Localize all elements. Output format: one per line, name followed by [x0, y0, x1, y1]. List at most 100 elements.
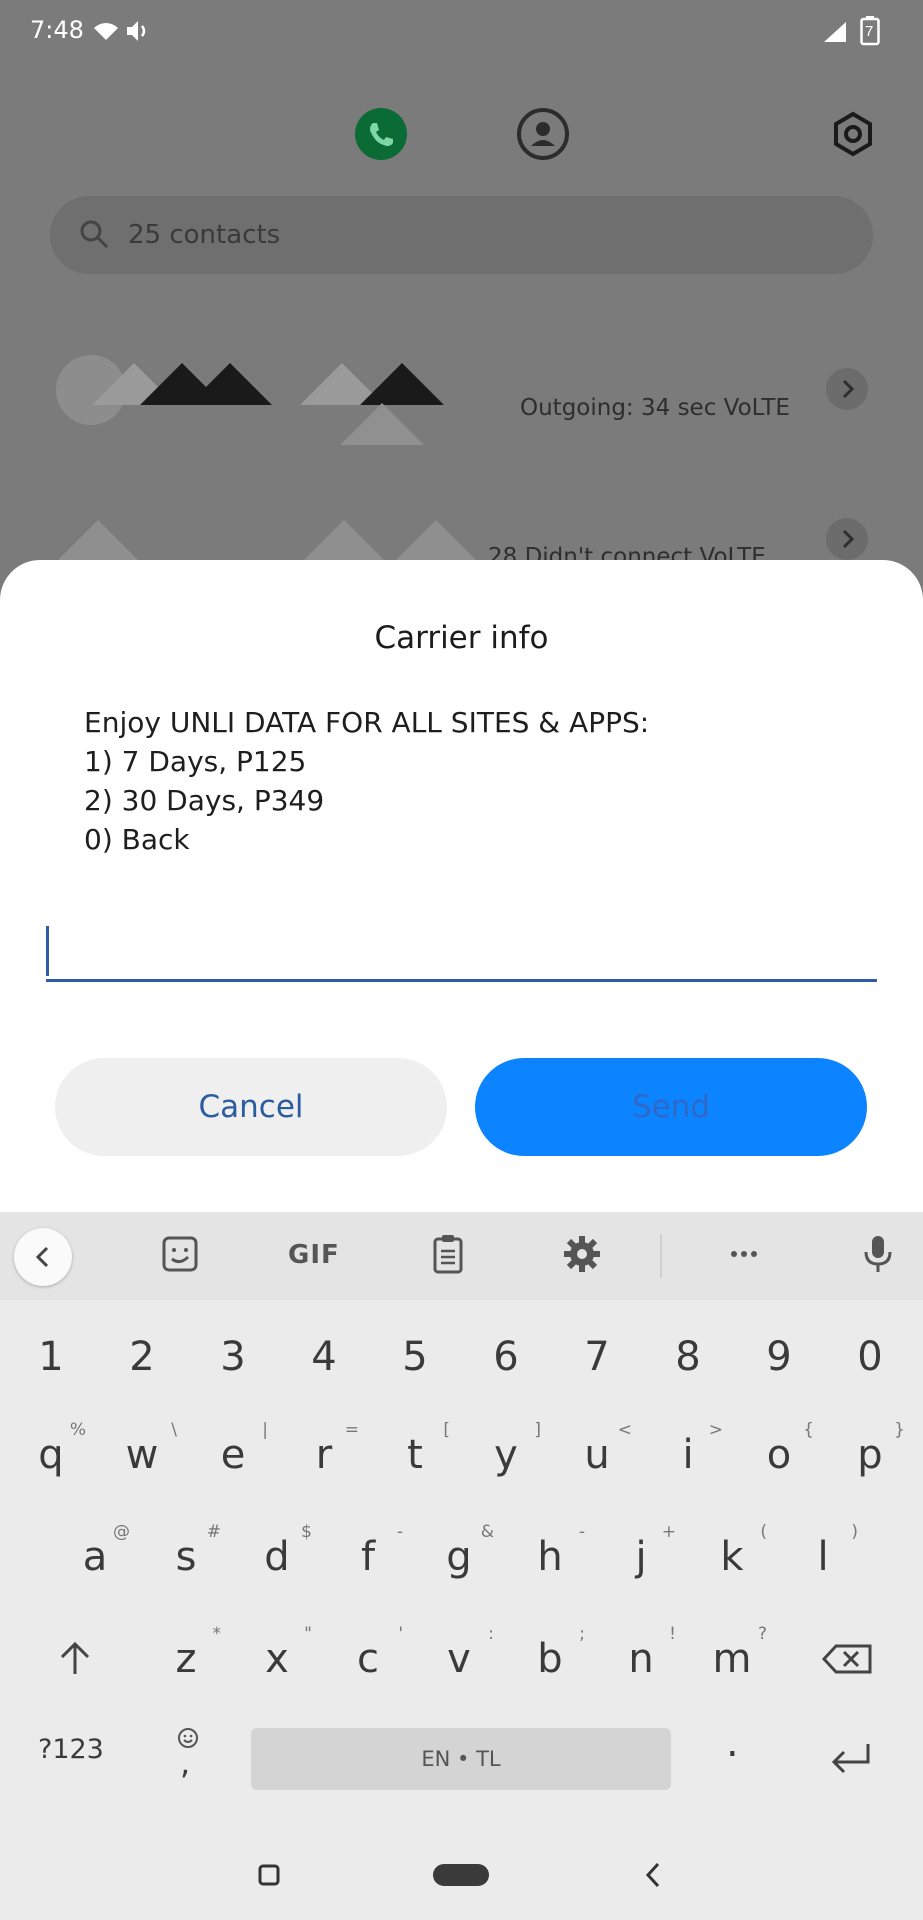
- keyboard-settings-button[interactable]: [560, 1232, 604, 1280]
- key-w[interactable]: \ w: [101, 1412, 183, 1510]
- key-l[interactable]: ) l: [782, 1514, 864, 1612]
- clipboard-icon: [433, 1235, 463, 1274]
- comma-emoji-key[interactable]: ,: [168, 1726, 208, 1788]
- keyboard-toolbar: GIF: [0, 1212, 923, 1300]
- redacted-name-mark: [188, 363, 272, 405]
- key-j[interactable]: + j: [600, 1514, 682, 1612]
- home-button[interactable]: [433, 1864, 489, 1886]
- more-dots-icon: [731, 1251, 757, 1257]
- call-details-button[interactable]: [826, 518, 868, 560]
- key-y[interactable]: ] y: [465, 1412, 547, 1510]
- call-log-row[interactable]: Outgoing: 34 sec VoLTE: [0, 345, 923, 465]
- key-d[interactable]: $ d: [236, 1514, 318, 1612]
- sticker-button[interactable]: [158, 1232, 202, 1280]
- text-cursor: [46, 926, 49, 976]
- collapse-toolbar-button[interactable]: [14, 1228, 72, 1286]
- key-r[interactable]: = r: [283, 1412, 365, 1510]
- key-c[interactable]: ' c: [327, 1616, 409, 1714]
- send-button[interactable]: Send: [475, 1058, 867, 1156]
- key-i[interactable]: > i: [647, 1412, 729, 1510]
- shift-key[interactable]: [40, 1624, 110, 1694]
- clipboard-button[interactable]: [426, 1232, 470, 1280]
- more-options-button[interactable]: [722, 1232, 766, 1280]
- key-7[interactable]: 7: [556, 1314, 638, 1412]
- key-f[interactable]: -f: [327, 1514, 409, 1612]
- gif-button[interactable]: GIF: [288, 1240, 340, 1270]
- dialog-title: Carrier info: [374, 620, 549, 656]
- cancel-button[interactable]: Cancel: [55, 1058, 447, 1156]
- square-icon: [258, 1864, 280, 1886]
- settings-button[interactable]: [827, 108, 879, 160]
- carrier-info-dialog: Carrier info Enjoy UNLI DATA FOR ALL SIT…: [0, 560, 923, 1215]
- call-details-button[interactable]: [826, 368, 868, 410]
- key-e[interactable]: | e: [192, 1412, 274, 1510]
- key-a[interactable]: @ a: [54, 1514, 136, 1612]
- phone-icon: [370, 123, 393, 146]
- contacts-search-bar[interactable]: 25 contacts: [50, 196, 873, 274]
- enter-key[interactable]: [822, 1726, 878, 1788]
- chevron-right-icon: [842, 379, 855, 399]
- system-navigation-bar: [0, 1830, 923, 1920]
- wifi-icon: [92, 20, 120, 47]
- key-n[interactable]: ! n: [600, 1616, 682, 1714]
- sticker-icon: [162, 1236, 198, 1272]
- key-q[interactable]: % q: [10, 1412, 92, 1510]
- shift-arrow-icon: [60, 1641, 90, 1674]
- key-z[interactable]: * z: [145, 1616, 227, 1714]
- key-1[interactable]: 1: [10, 1314, 92, 1412]
- key-4[interactable]: 4: [283, 1314, 365, 1412]
- ussd-reply-input[interactable]: [46, 922, 877, 982]
- contacts-tab[interactable]: [517, 108, 569, 160]
- key-m[interactable]: ? m: [691, 1616, 773, 1714]
- key-v[interactable]: :v: [418, 1616, 500, 1714]
- status-time: 7:48: [30, 16, 84, 44]
- key-o[interactable]: {o: [738, 1412, 820, 1510]
- key-p[interactable]: } p: [829, 1412, 911, 1510]
- redacted-name-mark: [56, 520, 140, 562]
- period-key[interactable]: .: [726, 1720, 739, 1766]
- recents-button[interactable]: [258, 1864, 280, 1886]
- phone-tab[interactable]: [355, 108, 407, 160]
- key-g[interactable]: & g: [418, 1514, 500, 1612]
- key-s[interactable]: # s: [145, 1514, 227, 1612]
- symbols-key[interactable]: ?123: [38, 1734, 104, 1765]
- message-line: 2) 30 Days, P349: [84, 784, 325, 817]
- search-icon: [78, 218, 110, 255]
- key-6[interactable]: 6: [465, 1314, 547, 1412]
- gear-icon: [564, 1236, 600, 1272]
- soft-keyboard: GIF 1 2 3 4 5 6 7 8 9 0 % q \ w | e = r [t ]…: [0, 1212, 923, 1830]
- backspace-key[interactable]: [814, 1624, 886, 1694]
- status-bar: 7:48 7: [0, 0, 923, 64]
- call-detail: Outgoing: 34 sec VoLTE: [520, 395, 790, 421]
- key-x[interactable]: " x: [236, 1616, 318, 1714]
- comma-label: ,: [180, 1744, 191, 1782]
- dialer-app-background: 7:48 7 25 contacts Outgoing: 34 sec VoLT…: [0, 0, 923, 600]
- key-9[interactable]: 9: [738, 1314, 820, 1412]
- enter-arrow-icon: [831, 1744, 870, 1774]
- key-k[interactable]: (k: [691, 1514, 773, 1612]
- key-5[interactable]: 5: [374, 1314, 456, 1412]
- sim-slot-number: 7: [865, 23, 874, 40]
- key-b[interactable]: ; b: [509, 1616, 591, 1714]
- key-h[interactable]: -h: [509, 1514, 591, 1612]
- key-8[interactable]: 8: [647, 1314, 729, 1412]
- key-t[interactable]: [t: [374, 1412, 456, 1510]
- voice-input-button[interactable]: [856, 1232, 900, 1280]
- redacted-name-mark: [302, 520, 386, 562]
- redacted-name-mark: [360, 363, 444, 405]
- key-u[interactable]: < u: [556, 1412, 638, 1510]
- redacted-name-mark: [394, 520, 478, 562]
- key-2[interactable]: 2: [101, 1314, 183, 1412]
- microphone-icon: [864, 1236, 892, 1272]
- message-line: 1) 7 Days, P125: [84, 745, 307, 778]
- back-button[interactable]: [640, 1860, 668, 1890]
- redacted-name-mark: [340, 403, 424, 445]
- space-bar[interactable]: EN • TL: [251, 1728, 671, 1790]
- message-line: Enjoy UNLI DATA FOR ALL SITES & APPS:: [84, 706, 650, 739]
- key-3[interactable]: 3: [192, 1314, 274, 1412]
- volume-icon: [124, 18, 150, 49]
- back-chevron-icon: [645, 1862, 660, 1888]
- key-0[interactable]: 0: [829, 1314, 911, 1412]
- person-icon: [531, 122, 555, 146]
- backspace-icon: [821, 1644, 872, 1674]
